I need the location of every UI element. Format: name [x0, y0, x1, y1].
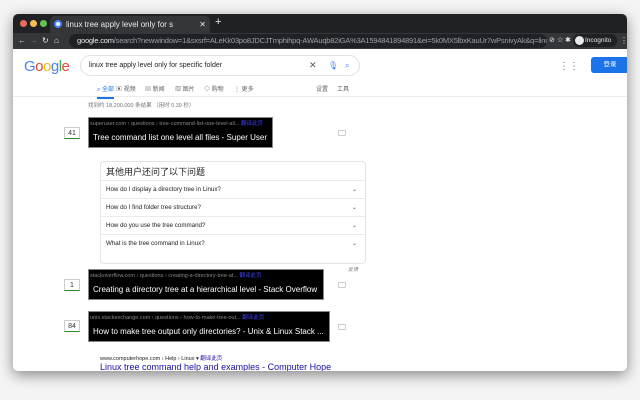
feedback-link[interactable]: 反馈 — [348, 266, 358, 273]
incognito-icon — [575, 36, 584, 45]
tab-news[interactable]: ▤ 新闻 — [145, 84, 165, 93]
result-count-badge: 1 — [64, 279, 80, 291]
search-tabs: ⌕ 全部 ▣ 视频 ▤ 新闻 ▨ 图片 ◇ 购物 ⋮ 更多 设置 工具 — [13, 80, 627, 99]
browser-window: linux tree apply level only for s ✕ + ← →… — [13, 14, 627, 371]
browser-tab[interactable]: linux tree apply level only for s ✕ — [50, 16, 210, 33]
chevron-down-icon: ⌄ — [351, 204, 357, 211]
search-result[interactable]: superuser.com › questions › tree-command… — [88, 117, 273, 148]
login-button[interactable]: 登录 — [591, 57, 627, 73]
translate-link[interactable]: 翻译此页 — [239, 273, 261, 279]
google-favicon-icon — [54, 20, 62, 28]
chevron-down-icon: ⌄ — [351, 222, 357, 229]
search-input[interactable]: linux tree apply level only for specific… — [80, 55, 360, 76]
url-domain: google.com — [77, 36, 114, 45]
close-window-button[interactable] — [20, 20, 27, 27]
result-title[interactable]: Linux tree command help and examples - C… — [100, 362, 331, 371]
translate-link[interactable]: 翻译此页 — [242, 315, 264, 321]
forward-icon[interactable]: → — [30, 36, 38, 45]
tab-title: linux tree apply level only for s — [66, 20, 174, 29]
tab-more[interactable]: ⋮ 更多 — [234, 84, 254, 93]
home-icon[interactable]: ⌂ — [54, 36, 59, 45]
result-title[interactable]: How to make tree output only directories… — [93, 327, 324, 336]
result-stats: 找到约 18,200,000 条结果 （用时 0.39 秒） — [88, 103, 195, 109]
more-info-icon[interactable] — [338, 324, 346, 330]
incognito-badge[interactable]: Incognito — [573, 34, 617, 47]
search-icon[interactable]: ⌕ — [345, 56, 349, 75]
reload-icon[interactable]: ↻ — [42, 36, 49, 45]
back-icon[interactable]: ← — [18, 36, 26, 45]
result-title[interactable]: Creating a directory tree at a hierarchi… — [93, 285, 317, 294]
url-input[interactable]: google.com/search?newwindow=1&sxsrf=ALeK… — [69, 34, 547, 48]
settings-link[interactable]: 设置 — [316, 84, 328, 93]
clear-icon[interactable]: ✕ — [309, 56, 317, 75]
tab-shopping[interactable]: ◇ 购物 — [204, 84, 224, 93]
menu-icon[interactable]: ⋮ — [620, 36, 627, 45]
tab-bar: linux tree apply level only for s ✕ + — [13, 14, 627, 33]
people-also-ask: 其他用户还问了以下问题 How do I display a directory… — [100, 161, 366, 264]
paa-question[interactable]: How do I display a directory tree in Lin… — [101, 180, 365, 198]
paa-heading: 其他用户还问了以下问题 — [106, 167, 206, 177]
profile-label: Incognito — [585, 37, 612, 44]
google-logo[interactable]: Google — [24, 58, 70, 75]
result-url: unix.stackexchange.com › questions › how… — [90, 315, 241, 321]
result-count-badge: 84 — [64, 320, 80, 332]
url-path: /search?newwindow=1&sxsrf=ALeKk03po8JDCJ… — [113, 36, 547, 45]
close-tab-icon[interactable]: ✕ — [199, 16, 206, 33]
chevron-down-icon: ⌄ — [351, 186, 357, 193]
result-url: stackoverflow.com › questions › creating… — [90, 273, 238, 279]
paa-question[interactable]: What is the tree command in Linux? ⌄ — [101, 234, 365, 252]
tracking-icon[interactable]: ⊘ — [549, 36, 555, 44]
bookmark-star-icon[interactable]: ☆ — [557, 36, 563, 44]
address-bar-row: ← → ↻ ⌂ google.com/search?newwindow=1&sx… — [13, 33, 627, 49]
apps-grid-icon[interactable]: ⋮⋮ — [559, 61, 579, 72]
search-query: linux tree apply level only for specific… — [89, 62, 223, 69]
translate-link[interactable]: 翻译此页 — [241, 121, 263, 127]
tools-link[interactable]: 工具 — [337, 84, 349, 93]
chevron-down-icon: ⌄ — [351, 240, 357, 247]
result-url: superuser.com › questions › tree-command… — [90, 121, 240, 127]
paa-question[interactable]: How do I find folder tree structure? ⌄ — [101, 198, 365, 216]
tab-videos[interactable]: ▣ 视频 — [116, 84, 136, 93]
paa-question[interactable]: How do you use the tree command? ⌄ — [101, 216, 365, 234]
search-result[interactable]: stackoverflow.com › questions › creating… — [88, 269, 324, 300]
tab-images[interactable]: ▨ 图片 — [175, 84, 195, 93]
more-info-icon[interactable] — [338, 130, 346, 136]
minimize-window-button[interactable] — [30, 20, 37, 27]
result-url: www.computerhope.com › Help › Linux ▾ 翻译… — [100, 356, 223, 362]
extensions-icon[interactable]: ✱ — [565, 36, 571, 44]
result-title[interactable]: Tree command list one level all files - … — [93, 133, 267, 142]
new-tab-button[interactable]: + — [215, 16, 221, 28]
tab-all[interactable]: ⌕ 全部 — [97, 84, 115, 99]
maximize-window-button[interactable] — [40, 20, 47, 27]
microphone-icon[interactable]: 🎙 — [328, 56, 338, 75]
search-result[interactable]: unix.stackexchange.com › questions › how… — [88, 311, 330, 342]
result-count-badge: 41 — [64, 127, 80, 139]
more-info-icon[interactable] — [338, 282, 346, 288]
